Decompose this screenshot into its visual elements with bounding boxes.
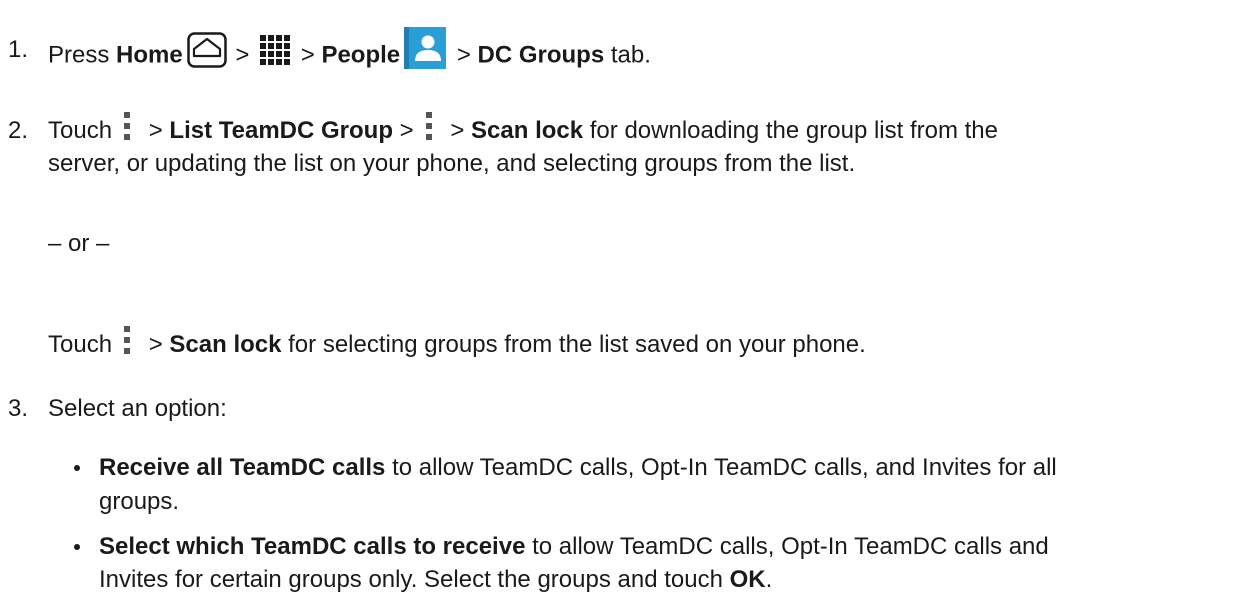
alt-scan-lock-label: Scan lock — [169, 331, 282, 358]
home-label: Home — [116, 41, 183, 69]
step-2-alt-line: Touch > Scan lock for selecting groups f… — [48, 325, 866, 360]
menu-icon — [424, 111, 434, 140]
press-label: Press — [48, 41, 110, 69]
menu-icon — [122, 325, 132, 354]
bullet-1-rest: to allow TeamDC calls, Opt-In TeamDC cal… — [392, 454, 1057, 481]
step-2-rest: for downloading the group list from the — [589, 117, 998, 144]
bullet-1-bold: Receive all TeamDC calls — [99, 454, 386, 481]
bullet-2-line-2-text: Invites for certain groups only. Select … — [99, 566, 723, 593]
separator: > — [148, 117, 163, 144]
alt-rest: for selecting groups from the list saved… — [288, 331, 866, 358]
scan-lock-label: Scan lock — [471, 117, 584, 144]
step-2-line-1: Touch > List TeamDC Group > > Scan lock … — [48, 111, 998, 146]
separator: > — [456, 41, 471, 69]
bullet-1-line-2: groups. — [99, 488, 180, 515]
separator: > — [399, 117, 414, 144]
or-separator: – or – — [48, 230, 110, 257]
period: . — [765, 566, 773, 593]
step-number-3: 3. — [8, 395, 29, 422]
step-number-2: 2. — [8, 117, 29, 144]
step-2-line-2: server, or updating the list on your pho… — [48, 150, 856, 177]
separator: > — [235, 41, 250, 69]
bullet-2-line-1: Select which TeamDC calls to receive to … — [99, 532, 1049, 562]
alt-touch-label: Touch — [48, 331, 113, 358]
ok-label: OK — [729, 566, 766, 593]
dc-groups-label: DC Groups — [477, 41, 605, 69]
tab-label: tab. — [610, 41, 651, 69]
bullet-marker — [74, 465, 80, 471]
bullet-2-rest: to allow TeamDC calls, Opt-In TeamDC cal… — [532, 533, 1049, 560]
bullet-1-line-1: Receive all TeamDC calls to allow TeamDC… — [99, 453, 1057, 483]
step-1-text: Press Home > > People > DC Groups tab. — [48, 27, 651, 77]
menu-icon — [122, 111, 132, 140]
people-label: People — [321, 41, 401, 69]
step-number-1: 1. — [8, 36, 29, 63]
bullet-marker — [74, 544, 80, 550]
bullet-2-bold: Select which TeamDC calls to receive — [99, 533, 526, 560]
separator: > — [300, 41, 315, 69]
separator: > — [148, 331, 163, 358]
home-icon — [186, 32, 227, 68]
people-contacts-icon — [404, 27, 447, 69]
list-teamdc-group-label: List TeamDC Group — [169, 117, 393, 144]
step-3-text: Select an option: — [48, 395, 227, 422]
separator: > — [450, 117, 465, 144]
touch-label: Touch — [48, 117, 113, 144]
bullet-2-line-2: Invites for certain groups only. Select … — [99, 565, 772, 595]
apps-grid-icon — [260, 35, 291, 65]
